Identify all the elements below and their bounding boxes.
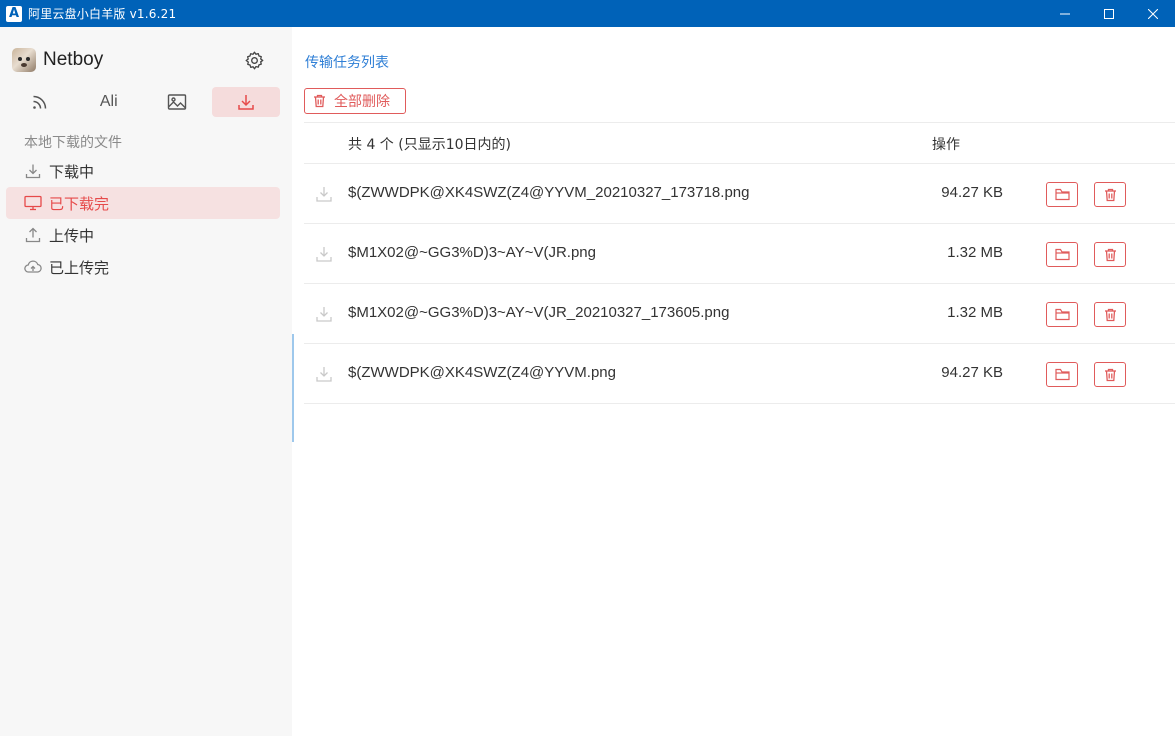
download-icon xyxy=(316,307,332,322)
tab-download[interactable] xyxy=(211,87,280,117)
table-row[interactable]: $M1X02@~GG3%D)3~AY~V(JR_20210327_173605.… xyxy=(304,284,1175,344)
tab-rss[interactable] xyxy=(6,87,75,117)
open-folder-button[interactable] xyxy=(1046,182,1078,207)
app-logo-icon: A xyxy=(6,5,22,22)
file-size: 94.27 KB xyxy=(941,364,1003,381)
section-label: 本地下载的文件 xyxy=(24,135,122,151)
download-icon xyxy=(316,367,332,382)
trash-icon xyxy=(314,94,325,108)
rss-icon xyxy=(33,95,47,109)
file-name: $M1X02@~GG3%D)3~AY~V(JR_20210327_173605.… xyxy=(348,304,730,321)
file-size: 94.27 KB xyxy=(941,184,1003,201)
file-name: $(ZWWDPK@XK4SWZ(Z4@YYVM_20210327_173718.… xyxy=(348,184,750,201)
download-icon xyxy=(316,247,332,262)
table-row[interactable]: $(ZWWDPK@XK4SWZ(Z4@YYVM.png 94.27 KB xyxy=(304,344,1175,404)
cloud-upload-icon xyxy=(24,258,42,276)
folder-icon xyxy=(1054,248,1070,261)
delete-button[interactable] xyxy=(1094,362,1126,387)
sidebar-item-label: 已下载完 xyxy=(49,194,110,213)
close-icon xyxy=(1148,8,1158,19)
file-count-summary: 共 4 个 (只显示10日内的) xyxy=(348,137,511,153)
splitter-handle[interactable] xyxy=(292,334,294,442)
sidebar-item-downloaded[interactable]: 已下载完 xyxy=(6,187,280,219)
window-title: 阿里云盘小白羊版 v1.6.21 xyxy=(28,7,177,21)
delete-button[interactable] xyxy=(1094,242,1126,267)
monitor-icon xyxy=(24,194,42,212)
ops-column-header: 操作 xyxy=(932,137,960,153)
download-icon xyxy=(238,95,254,110)
table-row[interactable]: $(ZWWDPK@XK4SWZ(Z4@YYVM_20210327_173718.… xyxy=(304,164,1175,224)
minimize-button[interactable] xyxy=(1043,0,1087,27)
tab-ali-label: Ali xyxy=(99,93,118,110)
maximize-icon xyxy=(1104,8,1114,19)
sidebar-item-label: 已上传完 xyxy=(49,258,110,277)
avatar[interactable] xyxy=(12,48,36,72)
window-controls xyxy=(1043,0,1175,27)
open-folder-button[interactable] xyxy=(1046,242,1078,267)
sidebar-item-uploading[interactable]: 上传中 xyxy=(6,219,280,251)
sidebar-item-label: 上传中 xyxy=(49,226,95,245)
delete-button[interactable] xyxy=(1094,302,1126,327)
tab-ali[interactable]: Ali xyxy=(75,87,144,117)
trash-icon xyxy=(1104,308,1116,321)
upload-icon xyxy=(24,226,42,244)
sidebar: Netboy Ali 本地下载的文件 下载中 已下载完 上传中 已上传完 xyxy=(0,27,292,736)
open-folder-button[interactable] xyxy=(1046,362,1078,387)
folder-icon xyxy=(1054,188,1070,201)
folder-icon xyxy=(1054,308,1070,321)
trash-icon xyxy=(1104,188,1116,201)
minimize-icon xyxy=(1060,13,1070,14)
sidebar-item-label: 下载中 xyxy=(49,162,95,181)
user-name: Netboy xyxy=(43,49,104,70)
sidebar-item-downloading[interactable]: 下载中 xyxy=(6,155,280,187)
title-bar: A 阿里云盘小白羊版 v1.6.21 xyxy=(0,0,1175,27)
file-name: $M1X02@~GG3%D)3~AY~V(JR.png xyxy=(348,244,596,261)
file-size: 1.32 MB xyxy=(947,244,1003,261)
sidebar-item-uploaded[interactable]: 已上传完 xyxy=(6,251,280,283)
transfer-table: 共 4 个 (只显示10日内的) 操作 $(ZWWDPK@XK4SWZ(Z4@Y… xyxy=(304,122,1175,404)
file-name: $(ZWWDPK@XK4SWZ(Z4@YYVM.png xyxy=(348,364,616,381)
delete-all-label: 全部删除 xyxy=(334,94,390,110)
open-folder-button[interactable] xyxy=(1046,302,1078,327)
close-button[interactable] xyxy=(1131,0,1175,27)
page-title: 传输任务列表 xyxy=(305,55,389,71)
gear-icon[interactable] xyxy=(244,50,265,71)
image-icon xyxy=(168,94,187,110)
table-row[interactable]: $M1X02@~GG3%D)3~AY~V(JR.png 1.32 MB xyxy=(304,224,1175,284)
trash-icon xyxy=(1104,248,1116,261)
delete-all-button[interactable]: 全部删除 xyxy=(304,88,406,114)
folder-icon xyxy=(1054,368,1070,381)
sidebar-nav: 下载中 已下载完 上传中 已上传完 xyxy=(6,155,280,283)
user-brand: Netboy xyxy=(12,47,103,73)
maximize-button[interactable] xyxy=(1087,0,1131,27)
download-icon xyxy=(316,187,332,202)
table-header: 共 4 个 (只显示10日内的) 操作 xyxy=(304,122,1175,164)
download-icon xyxy=(24,162,42,180)
sidebar-tabs: Ali xyxy=(6,87,280,117)
trash-icon xyxy=(1104,368,1116,381)
tab-image[interactable] xyxy=(143,87,212,117)
file-size: 1.32 MB xyxy=(947,304,1003,321)
delete-button[interactable] xyxy=(1094,182,1126,207)
